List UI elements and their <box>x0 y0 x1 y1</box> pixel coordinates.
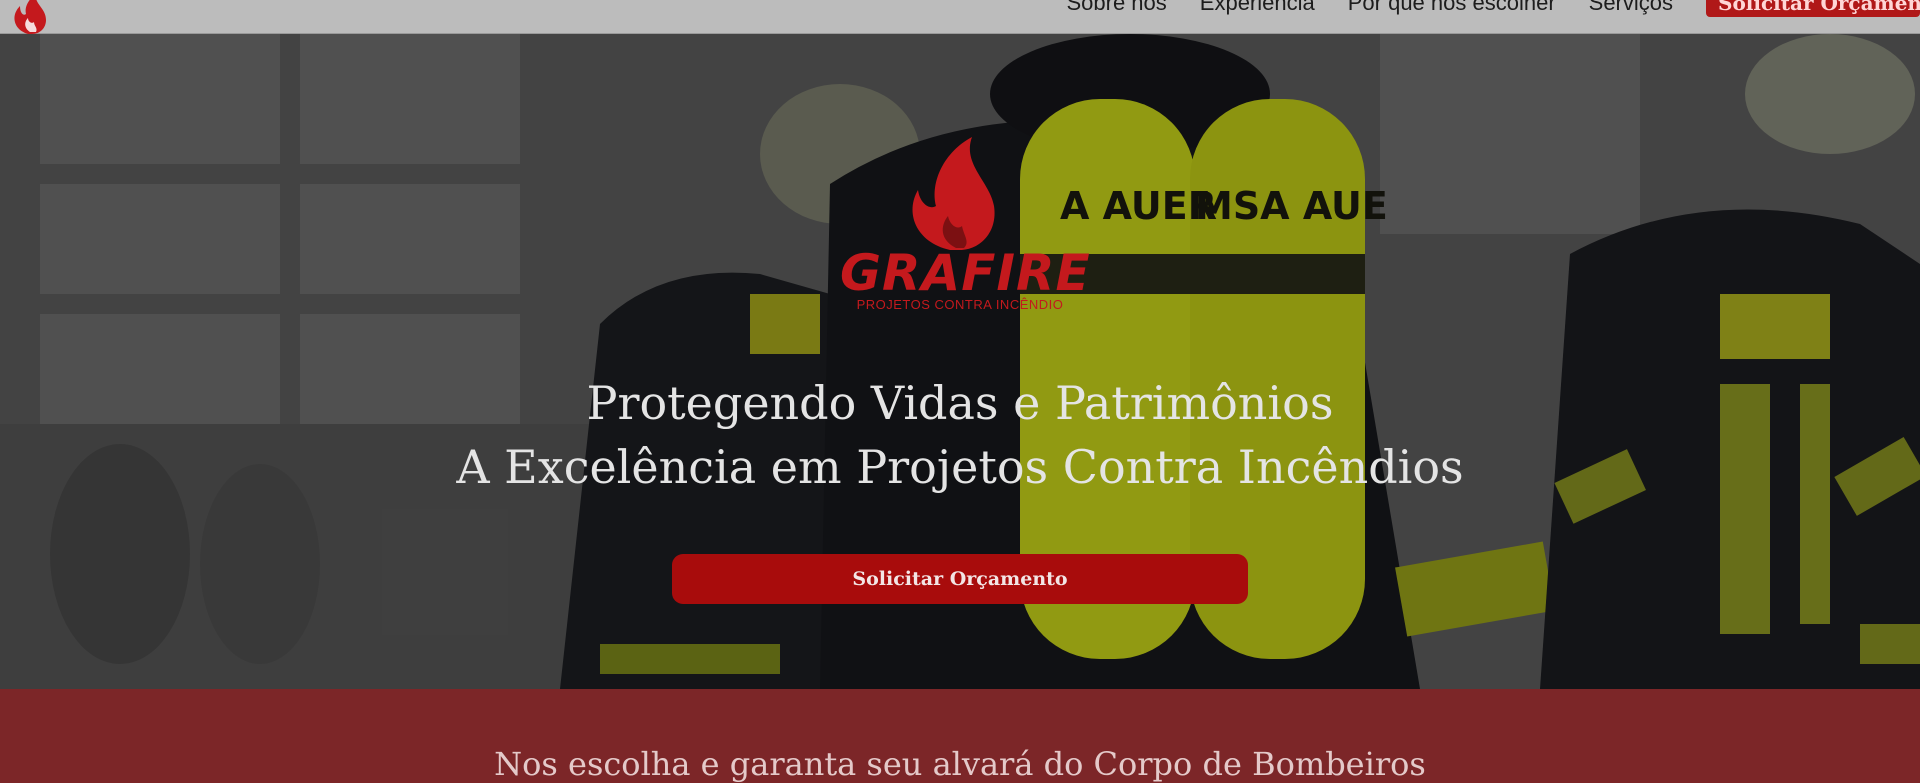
top-navbar: Sobre nós Experiência Por que nos escolh… <box>0 0 1920 34</box>
hero-headline: Protegendo Vidas e Patrimônios A Excelên… <box>0 371 1920 499</box>
nav-request-quote-button[interactable]: Solicitar Orçamento <box>1706 0 1920 17</box>
hero-headline-line-1: Protegendo Vidas e Patrimônios <box>586 376 1334 430</box>
hero-headline-line-2: A Excelência em Projetos Contra Incêndio… <box>456 440 1464 494</box>
brand-name: GRAFIRE <box>840 244 1091 302</box>
why-choose-us-section: Nos escolha e garanta seu alvará do Corp… <box>0 689 1920 783</box>
hero-section: A AUER MSA AUE GRAFIRE PROJETOS CONTRA I… <box>0 34 1920 689</box>
hero-request-quote-button[interactable]: Solicitar Orçamento <box>672 554 1248 604</box>
nav-link-experiencia[interactable]: Experiência <box>1200 0 1315 14</box>
brand-tagline: PROJETOS CONTRA INCÊNDIO <box>856 297 1064 312</box>
nav-link-servicos[interactable]: Serviços <box>1589 0 1673 14</box>
grafire-brand-logo: GRAFIRE PROJETOS CONTRA INCÊNDIO <box>840 102 1091 312</box>
nav-link-sobre-nos[interactable]: Sobre nós <box>1066 0 1166 14</box>
nav-links: Sobre nós Experiência Por que nos escolh… <box>1066 0 1920 26</box>
nav-link-por-que-nos-escolher[interactable]: Por que nos escolher <box>1348 0 1556 14</box>
flame-icon <box>912 137 995 250</box>
flame-logo-icon[interactable] <box>6 0 60 34</box>
section-title: Nos escolha e garanta seu alvará do Corp… <box>494 745 1426 783</box>
